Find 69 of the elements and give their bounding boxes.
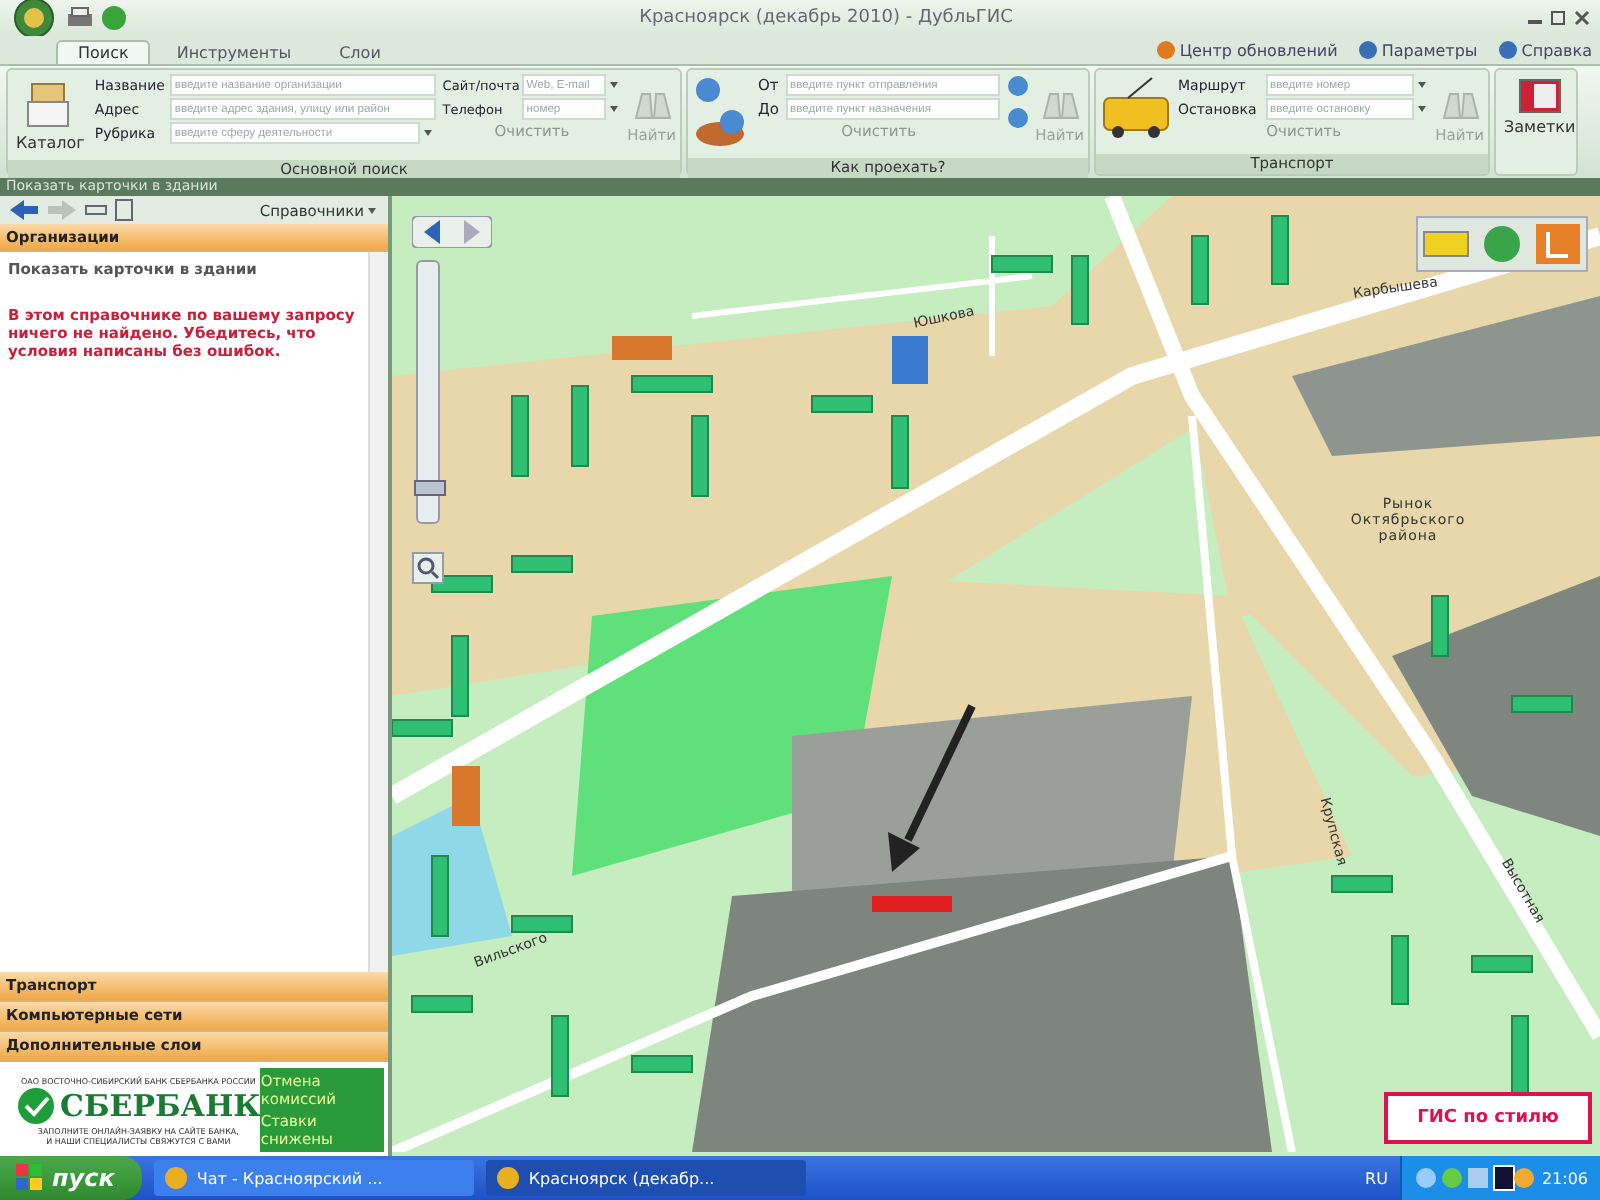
trolleybus-icon[interactable]	[1100, 74, 1172, 142]
back-arrow-icon[interactable]	[8, 198, 40, 222]
building	[511, 395, 529, 477]
building	[1511, 695, 1573, 713]
windows-logo-icon	[16, 1164, 44, 1192]
building	[991, 255, 1053, 273]
app-logo-icon[interactable]	[8, 0, 60, 38]
shape-tool-icon[interactable]	[1532, 220, 1584, 268]
tab[interactable]: Поиск	[56, 40, 151, 64]
app-icon	[164, 1166, 189, 1190]
building	[411, 995, 473, 1013]
taskbar-button[interactable]: Чат - Красноярский ...	[154, 1160, 475, 1196]
building	[1511, 1015, 1529, 1097]
bank-name: СБЕРБАНК	[60, 1087, 261, 1123]
building	[892, 336, 928, 384]
tab[interactable]: Инструменты	[154, 40, 314, 64]
clock: 21:06	[1541, 1169, 1588, 1187]
pan-arrows-icon[interactable]	[412, 216, 492, 248]
link-icon	[1155, 40, 1176, 60]
building	[1331, 875, 1393, 893]
zoom-slider[interactable]	[416, 260, 440, 524]
building	[891, 415, 909, 489]
building	[511, 555, 573, 573]
highlighted-building	[872, 896, 952, 912]
building	[1471, 955, 1533, 973]
building	[811, 395, 873, 413]
dropdown-arrow-icon[interactable]	[1417, 106, 1426, 112]
app-icon	[496, 1166, 521, 1190]
dropdown-arrow-icon[interactable]	[424, 130, 433, 136]
building	[1431, 595, 1449, 657]
building	[1071, 255, 1089, 325]
window-title: Красноярск (декабрь 2010) - ДубльГИС	[637, 8, 1015, 28]
window-controls-icon[interactable]	[1524, 8, 1592, 28]
building	[612, 336, 672, 360]
building	[551, 1015, 569, 1097]
link-icon	[1497, 40, 1518, 60]
building	[452, 766, 480, 826]
header-link[interactable]: Центр обновлений	[1147, 40, 1346, 60]
building	[1391, 935, 1409, 1005]
building	[631, 375, 713, 393]
building	[691, 415, 709, 497]
panel-icon[interactable]	[114, 198, 134, 222]
building	[631, 1055, 693, 1073]
tray-icon[interactable]	[1413, 1164, 1534, 1192]
ad-banner[interactable]: ГИС по стилю	[1384, 1092, 1592, 1144]
language-indicator[interactable]: RU	[1365, 1169, 1388, 1187]
zoom-slider-thumb[interactable]	[414, 480, 446, 496]
bank-logo-icon	[16, 1085, 56, 1125]
tab[interactable]: Слои	[317, 40, 403, 64]
scrollbar[interactable]	[368, 252, 388, 972]
building	[431, 855, 449, 937]
taskbar-button[interactable]: Красноярск (декабр...	[486, 1160, 807, 1196]
start-button[interactable]: пуск	[0, 1156, 143, 1200]
building	[511, 915, 573, 933]
building	[431, 575, 493, 593]
catalog-button[interactable]: Каталог	[12, 74, 89, 156]
dropdown-arrow-icon[interactable]	[609, 106, 618, 112]
building	[1191, 235, 1209, 305]
dropdown-arrow-icon[interactable]	[1417, 82, 1426, 88]
notes-icon	[1517, 78, 1562, 114]
building	[571, 385, 589, 467]
building	[1271, 215, 1289, 285]
header-link[interactable]: Справка	[1489, 40, 1600, 60]
header-link[interactable]: Параметры	[1349, 40, 1486, 60]
dropdown-arrow-icon[interactable]	[609, 82, 618, 88]
minimize-panel-icon[interactable]	[84, 200, 108, 220]
link-icon	[1357, 40, 1378, 60]
notes-button[interactable]: Заметки	[1500, 74, 1580, 140]
printer-icon[interactable]	[66, 6, 94, 30]
